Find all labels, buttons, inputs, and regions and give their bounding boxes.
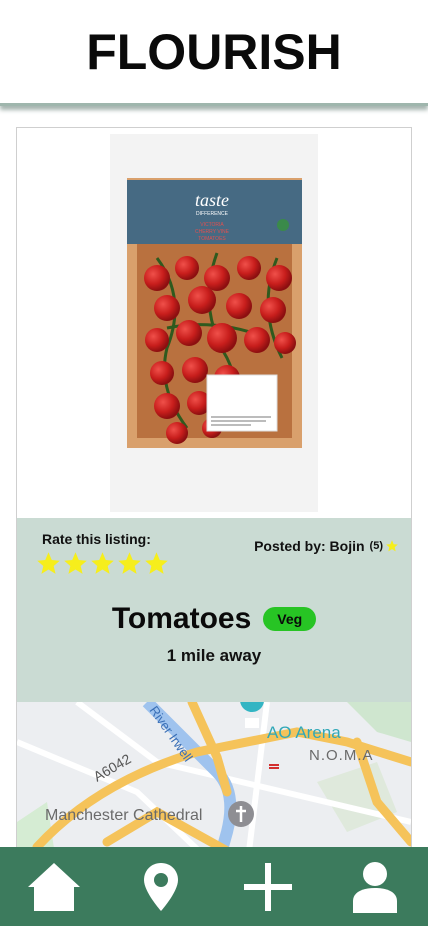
app-brand-title: FLOURISH [86,23,342,80]
star-icon-3[interactable] [89,550,116,577]
profile-icon [352,861,397,913]
star-icon-4[interactable] [116,550,143,577]
nav-location-button[interactable] [131,857,191,917]
listing-title: Tomatoes [111,602,252,635]
package-line-2: CHERRY VINE [195,229,230,235]
nav-home-button[interactable] [24,857,84,917]
star-icon-5[interactable] [143,550,170,577]
listing-title-row: Tomatoes Veg [17,602,411,636]
tomato-package-image: taste DIFFERENCE VICTORIA CHERRY VINE TO… [110,134,318,512]
nav-add-button[interactable] [238,857,298,917]
rate-listing-label: Rate this listing: [42,531,151,547]
poster-star-icon [386,540,398,552]
posted-by-text: Posted by: Bojin [254,538,365,554]
listing-info-panel: Rate this listing: Posted by: Bojin (5) … [17,518,411,702]
map-label-noma: N.O.M.A [309,747,374,764]
package-line-3: TOMATOES [198,236,226,242]
rating-stars[interactable] [35,550,170,577]
map-label-ao-arena: AO Arena [267,723,341,742]
location-icon [143,862,178,911]
star-icon-1[interactable] [35,550,62,577]
package-subbrand-text: DIFFERENCE [196,211,229,217]
map-label-cathedral: Manchester Cathedral [45,807,202,824]
star-icon-2[interactable] [62,550,89,577]
nav-profile-button[interactable] [345,857,405,917]
add-icon [243,862,292,911]
category-badge: Veg [263,607,317,631]
home-icon [27,862,80,911]
listing-card[interactable]: taste DIFFERENCE VICTORIA CHERRY VINE TO… [16,127,412,867]
package-brand-text: taste [195,190,229,210]
map-graphic: AO Arena N.O.M.A Manchester Cathedral Ri… [17,702,411,866]
package-line-1: VICTORIA [200,222,224,228]
app-header: FLOURISH [0,0,428,106]
bottom-navigation [0,847,428,926]
listing-photo: taste DIFFERENCE VICTORIA CHERRY VINE TO… [17,128,411,518]
posted-by[interactable]: Posted by: Bojin (5) [254,538,399,554]
location-map[interactable]: AO Arena N.O.M.A Manchester Cathedral Ri… [17,702,411,866]
listing-distance: 1 mile away [166,646,262,665]
poster-rating-count: (5) [369,540,383,552]
